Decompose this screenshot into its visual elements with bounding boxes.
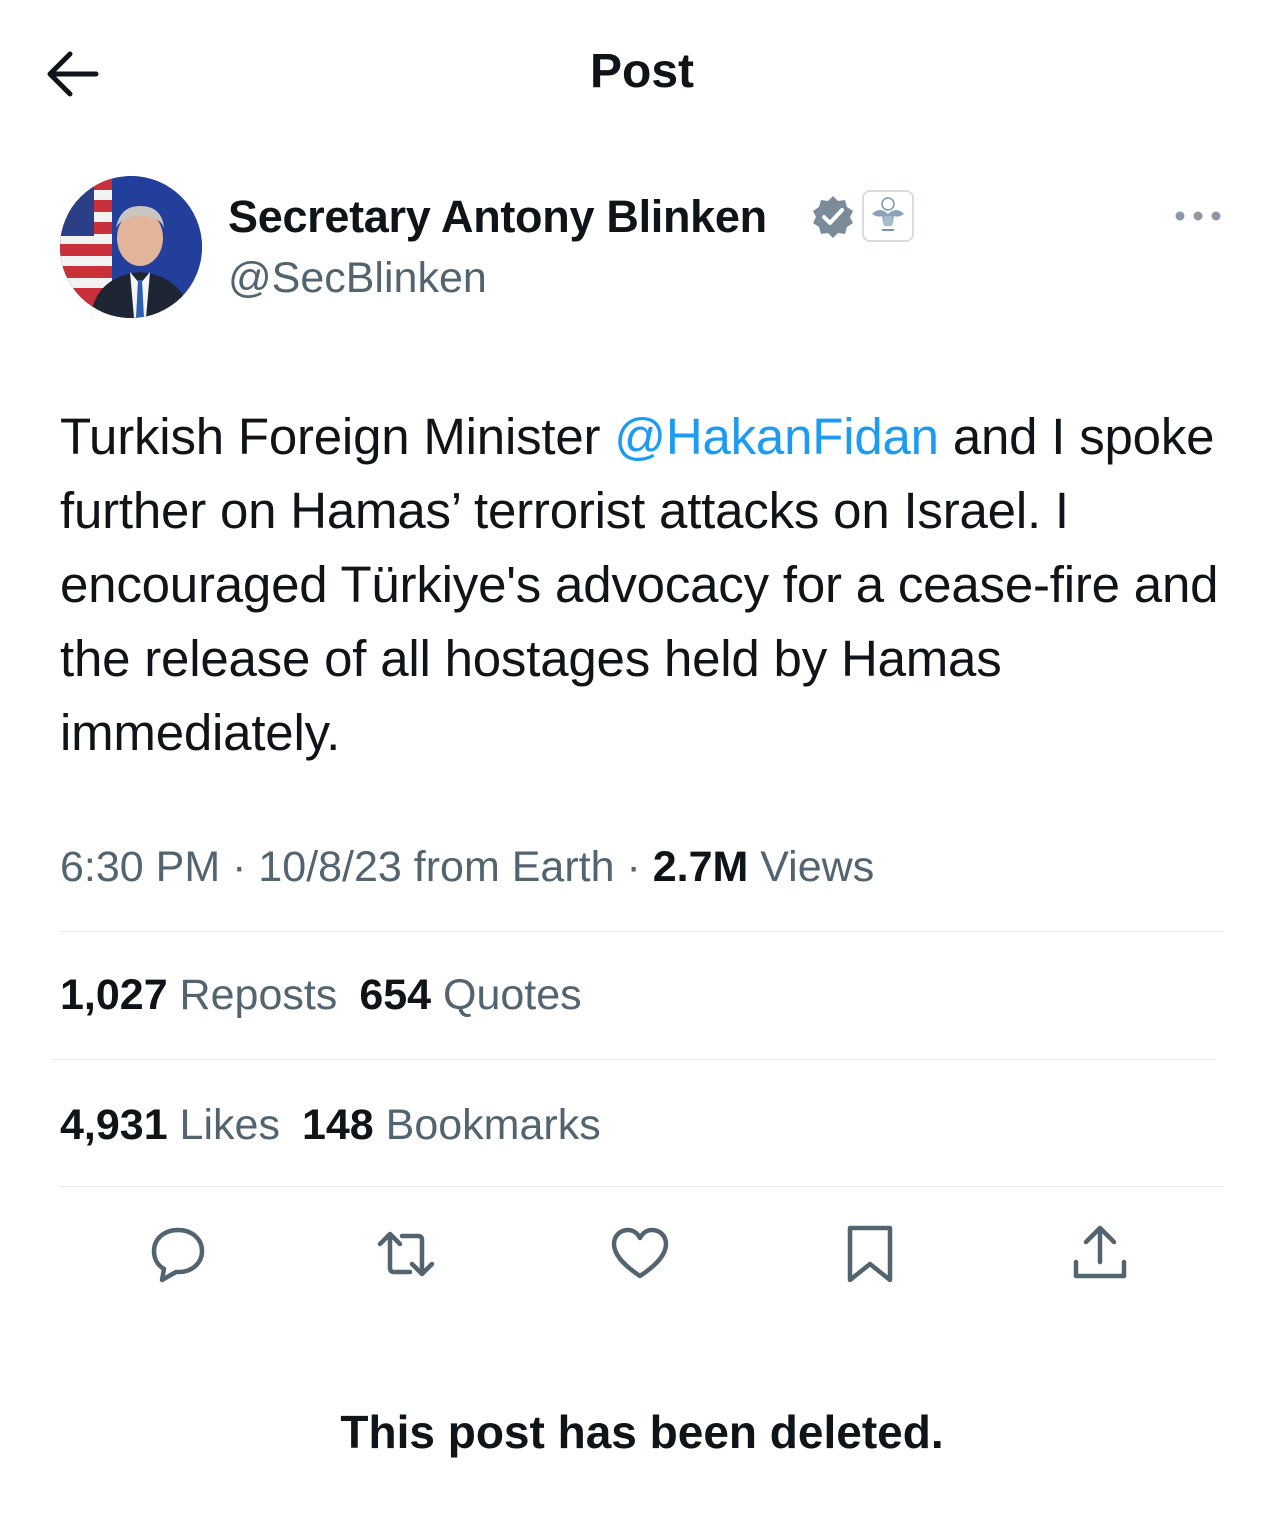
author-handle[interactable]: @SecBlinken <box>228 252 487 304</box>
bookmark-icon <box>847 1225 893 1283</box>
reposts-label: Reposts <box>167 971 338 1019</box>
share-button[interactable] <box>1068 1222 1132 1286</box>
quotes-stat[interactable]: 654 Quotes <box>359 971 581 1019</box>
bookmark-button[interactable] <box>838 1222 902 1286</box>
like-icon <box>611 1227 669 1279</box>
divider <box>52 1059 1216 1060</box>
post-date-source[interactable]: 10/8/23 from Earth <box>258 843 614 891</box>
stats-row-1: 1,027 Reposts 654 Quotes <box>60 966 604 1024</box>
repost-button[interactable] <box>374 1222 438 1286</box>
more-options-icon[interactable] <box>1170 196 1226 236</box>
likes-count: 4,931 <box>60 1101 168 1149</box>
quotes-count: 654 <box>359 971 432 1019</box>
post-text-start: Turkish Foreign Minister <box>60 408 615 465</box>
author-name[interactable]: Secretary Antony Blinken <box>228 190 767 244</box>
page-title: Post <box>589 45 694 98</box>
quotes-label: Quotes <box>431 971 582 1019</box>
post-text: Turkish Foreign Minister @HakanFidan and… <box>60 400 1230 770</box>
divider <box>60 931 1224 932</box>
like-button[interactable] <box>608 1222 672 1286</box>
reposts-stat[interactable]: 1,027 Reposts <box>60 971 337 1019</box>
post-time[interactable]: 6:30 PM <box>60 843 220 891</box>
bookmarks-stat[interactable]: 148 Bookmarks <box>302 1101 601 1149</box>
reply-button[interactable] <box>146 1222 210 1286</box>
avatar-image <box>60 176 202 318</box>
views-label: Views <box>748 843 875 891</box>
repost-icon <box>377 1231 435 1277</box>
bookmarks-label: Bookmarks <box>373 1101 601 1149</box>
us-state-department-seal-icon[interactable] <box>862 190 914 242</box>
mention-link[interactable]: @HakanFidan <box>614 408 939 465</box>
deleted-notice: This post has been deleted. <box>340 1406 944 1458</box>
verified-badge-icon[interactable] <box>810 194 856 240</box>
post-meta: 6:30 PM · 10/8/23 from Earth · 2.7M View… <box>60 838 874 896</box>
meta-separator: · <box>614 843 653 891</box>
divider <box>60 1186 1224 1187</box>
likes-label: Likes <box>167 1101 280 1149</box>
views-count: 2.7M <box>652 843 749 891</box>
likes-stat[interactable]: 4,931 Likes <box>60 1101 280 1149</box>
reposts-count: 1,027 <box>60 971 168 1019</box>
share-icon <box>1073 1225 1127 1279</box>
avatar[interactable] <box>60 176 202 318</box>
bookmarks-count: 148 <box>301 1101 374 1149</box>
stats-row-2: 4,931 Likes 148 Bookmarks <box>60 1096 623 1154</box>
reply-icon <box>151 1227 205 1283</box>
meta-separator: · <box>220 843 259 891</box>
